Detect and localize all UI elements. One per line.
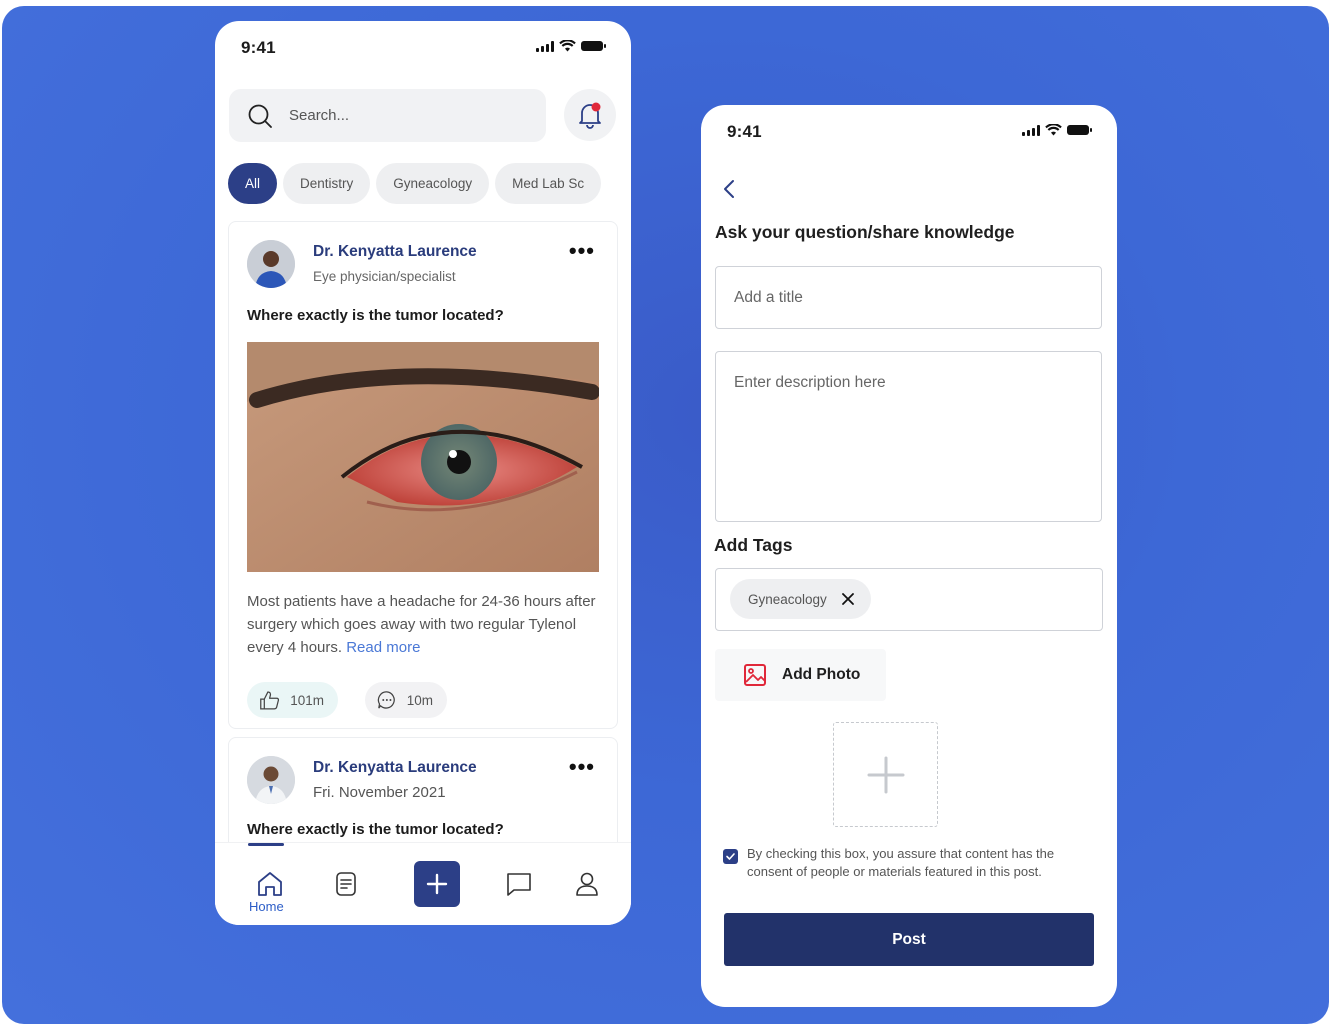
post-title: Where exactly is the tumor located?: [247, 821, 504, 838]
consent-checkbox[interactable]: [723, 849, 738, 864]
background-canvas: [2, 6, 1329, 1024]
nav-home-label[interactable]: Home: [249, 899, 284, 914]
author-avatar: [247, 756, 295, 804]
post-body: Most patients have a headache for 24-36 …: [247, 593, 596, 656]
author-name[interactable]: Dr. Kenyatta Laurence: [313, 243, 477, 261]
post-button[interactable]: Post: [724, 913, 1094, 966]
comment-count: 10m: [406, 692, 433, 708]
add-photo-button[interactable]: Add Photo: [715, 649, 886, 701]
filter-chip-med-lab[interactable]: Med Lab Sc: [495, 163, 602, 204]
tag-chip: Gyneacology: [730, 579, 871, 619]
feed-screen: 9:41 AllDentistryGyneacologyMed Lab Sc D…: [215, 21, 631, 925]
plus-icon: [867, 756, 904, 793]
home-icon[interactable]: [255, 869, 285, 899]
wifi-icon: [559, 40, 576, 52]
status-bar: 9:41: [701, 105, 1117, 155]
description-input[interactable]: [716, 352, 1101, 521]
search-icon: [248, 104, 272, 128]
close-icon[interactable]: [841, 592, 855, 606]
profile-icon[interactable]: [572, 869, 602, 899]
title-input[interactable]: [716, 267, 1101, 328]
notifications-button[interactable]: [564, 89, 616, 141]
post-date: Fri. November 2021: [313, 784, 446, 801]
chat-icon[interactable]: [504, 869, 534, 899]
search-input[interactable]: [289, 107, 489, 124]
add-photo-label: Add Photo: [782, 666, 861, 683]
read-more-link[interactable]: Read more: [346, 639, 420, 656]
post-feed: Dr. Kenyatta Laurence Eye physician/spec…: [228, 221, 618, 843]
filter-chip-all[interactable]: All: [228, 163, 278, 204]
photo-upload-area[interactable]: [833, 722, 938, 827]
tags-label: Add Tags: [714, 535, 793, 555]
status-icons: [536, 40, 606, 52]
consent-text: By checking this box, you assure that co…: [747, 846, 1055, 879]
signal-icon: [1022, 124, 1040, 136]
check-icon: [726, 853, 735, 860]
category-filters: All Dentistry Gyneacology Med Lab Sc: [228, 163, 618, 205]
post-card[interactable]: Dr. Kenyatta Laurence Eye physician/spec…: [228, 221, 618, 729]
more-icon[interactable]: •••: [569, 754, 595, 780]
comment-button[interactable]: 10m: [365, 682, 447, 718]
status-time: 9:41: [727, 122, 762, 141]
like-count: 101m: [290, 692, 324, 708]
consent-row: By checking this box, you assure that co…: [723, 845, 1103, 881]
image-icon: [744, 664, 766, 686]
create-post-button[interactable]: [414, 861, 460, 907]
back-icon[interactable]: [719, 177, 739, 201]
create-post-screen: 9:41 Ask your question/share knowledge A…: [701, 105, 1117, 1007]
plus-icon: [426, 873, 448, 895]
author-subtitle: Eye physician/specialist: [313, 269, 456, 284]
bell-icon: [579, 102, 601, 129]
notes-icon[interactable]: [331, 869, 361, 899]
status-time: 9:41: [241, 38, 276, 57]
post-card[interactable]: Dr. Kenyatta Laurence Fri. November 2021…: [228, 737, 618, 843]
post-image[interactable]: [247, 342, 599, 572]
comment-icon: [377, 691, 395, 709]
like-icon: [260, 691, 280, 710]
like-button[interactable]: 101m: [247, 682, 338, 718]
tags-input[interactable]: Gyneacology: [715, 568, 1103, 631]
bottom-navigation: Home: [215, 843, 631, 925]
filter-chip-gyneacology[interactable]: Gyneacology: [376, 163, 490, 204]
title-field-wrapper: [715, 266, 1102, 329]
post-title: Where exactly is the tumor located?: [247, 307, 504, 324]
battery-icon: [1067, 125, 1092, 135]
active-tab-indicator: [248, 843, 284, 846]
search-bar[interactable]: [229, 89, 546, 142]
status-bar: 9:41: [215, 21, 631, 71]
author-name[interactable]: Dr. Kenyatta Laurence: [313, 759, 477, 777]
filter-chip-dentistry[interactable]: Dentistry: [283, 163, 371, 204]
page-title: Ask your question/share knowledge: [715, 222, 1015, 242]
signal-icon: [536, 40, 554, 52]
author-avatar: [247, 240, 295, 288]
tag-label: Gyneacology: [748, 591, 827, 607]
battery-icon: [581, 41, 606, 51]
status-icons: [1022, 124, 1092, 136]
description-field-wrapper: [715, 351, 1102, 522]
more-icon[interactable]: •••: [569, 238, 595, 264]
wifi-icon: [1045, 124, 1062, 136]
